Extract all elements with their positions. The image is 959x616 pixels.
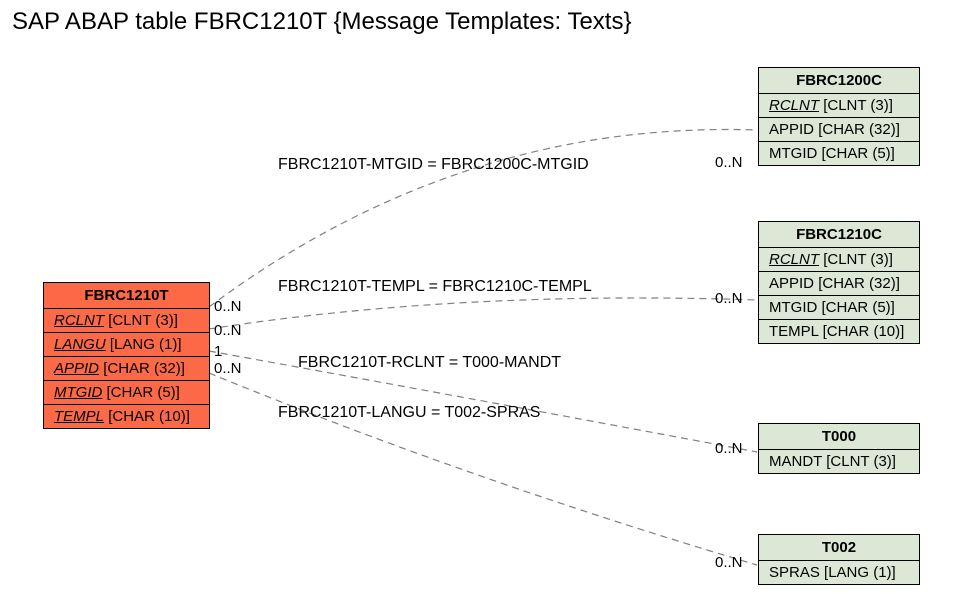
field-row: MTGID [CHAR (5)] — [759, 296, 919, 320]
cardinality: 0..N — [715, 440, 743, 457]
field-row: LANGU [LANG (1)] — [44, 333, 209, 357]
relation-label: FBRC1210T-RCLNT = T000-MANDT — [298, 354, 561, 372]
cardinality: 0..N — [715, 290, 743, 307]
entity-t002: T002 SPRAS [LANG (1)] — [758, 534, 920, 585]
field-row: MTGID [CHAR (5)] — [759, 142, 919, 165]
relation-label: FBRC1210T-TEMPL = FBRC1210C-TEMPL — [278, 278, 592, 296]
cardinality: 0..N — [715, 554, 743, 571]
relation-label: FBRC1210T-MTGID = FBRC1200C-MTGID — [278, 156, 589, 174]
relation-label: FBRC1210T-LANGU = T002-SPRAS — [278, 404, 540, 422]
entity-header: T002 — [759, 535, 919, 561]
entity-fbrc1210c: FBRC1210C RCLNT [CLNT (3)] APPID [CHAR (… — [758, 221, 920, 344]
field-row: MANDT [CLNT (3)] — [759, 450, 919, 473]
cardinality: 0..N — [715, 154, 743, 171]
cardinality: 0..N — [214, 322, 242, 339]
field-row: RCLNT [CLNT (3)] — [44, 309, 209, 333]
entity-header: FBRC1200C — [759, 68, 919, 94]
field-row: SPRAS [LANG (1)] — [759, 561, 919, 584]
cardinality: 0..N — [214, 298, 242, 315]
cardinality: 1 — [214, 343, 222, 360]
entity-header: T000 — [759, 424, 919, 450]
field-row: APPID [CHAR (32)] — [759, 272, 919, 296]
field-row: TEMPL [CHAR (10)] — [759, 320, 919, 343]
field-row: MTGID [CHAR (5)] — [44, 381, 209, 405]
field-row: TEMPL [CHAR (10)] — [44, 405, 209, 428]
entity-header: FBRC1210T — [44, 283, 209, 309]
entity-fbrc1200c: FBRC1200C RCLNT [CLNT (3)] APPID [CHAR (… — [758, 67, 920, 166]
entity-t000: T000 MANDT [CLNT (3)] — [758, 423, 920, 474]
entity-main: FBRC1210T RCLNT [CLNT (3)] LANGU [LANG (… — [43, 282, 210, 429]
field-row: RCLNT [CLNT (3)] — [759, 94, 919, 118]
field-row: APPID [CHAR (32)] — [759, 118, 919, 142]
cardinality: 0..N — [214, 360, 242, 377]
field-row: RCLNT [CLNT (3)] — [759, 248, 919, 272]
field-row: APPID [CHAR (32)] — [44, 357, 209, 381]
page-title: SAP ABAP table FBRC1210T {Message Templa… — [12, 8, 631, 36]
entity-header: FBRC1210C — [759, 222, 919, 248]
